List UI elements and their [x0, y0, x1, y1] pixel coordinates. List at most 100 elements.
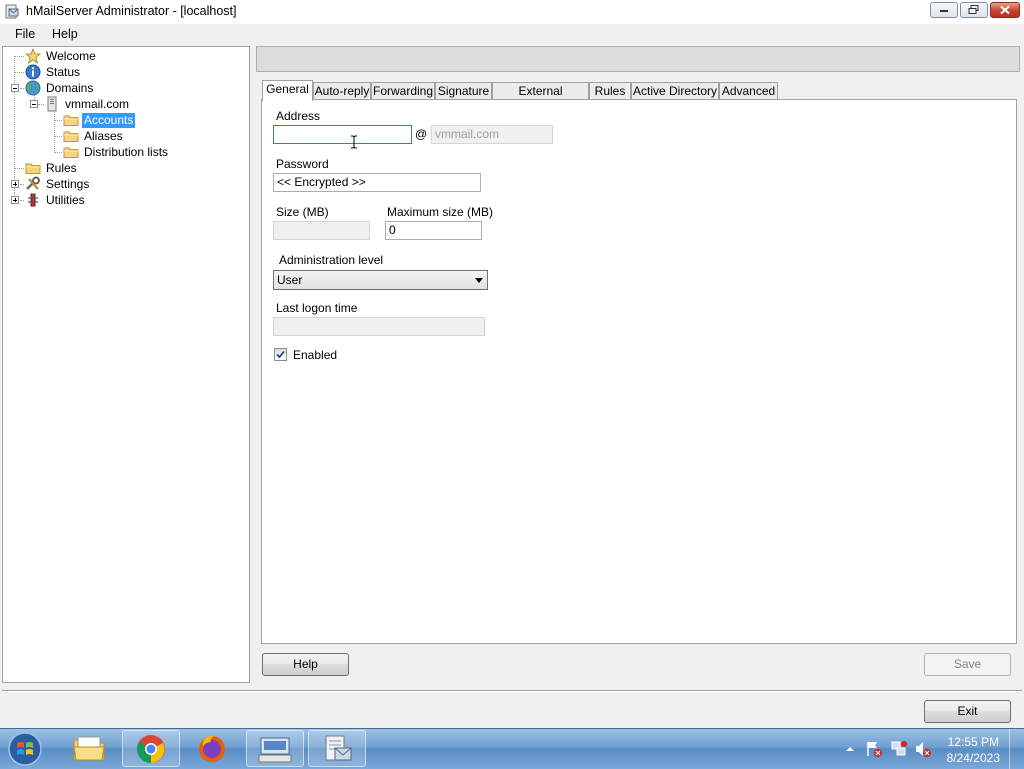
- folder-icon: [63, 131, 79, 142]
- domains-collapse-toggle[interactable]: [11, 84, 19, 92]
- tree-item-distribution-lists[interactable]: Distribution lists: [63, 144, 170, 160]
- tab-rules[interactable]: Rules: [589, 82, 631, 99]
- taskbar-keyboard-app[interactable]: [246, 730, 304, 767]
- tree-item-label: Utilities: [46, 192, 85, 207]
- menu-bar: File Help: [0, 24, 1024, 44]
- admin-level-value: User: [277, 273, 303, 287]
- utilities-icon: [28, 193, 38, 207]
- network-icon[interactable]: [890, 740, 908, 758]
- utilities-expand-toggle[interactable]: [11, 196, 19, 204]
- tab-auto-reply[interactable]: Auto-reply: [313, 82, 371, 99]
- taskbar: 12:55 PM 8/24/2023: [0, 728, 1024, 769]
- minimize-icon: [940, 10, 948, 12]
- folder-icon: [63, 115, 79, 126]
- max-size-label: Maximum size (MB): [387, 205, 494, 219]
- tab-advanced[interactable]: Advanced: [719, 82, 778, 99]
- panel-header-bar: [256, 46, 1020, 72]
- exit-button[interactable]: Exit: [924, 700, 1011, 723]
- last-logon-label: Last logon time: [276, 301, 358, 315]
- star-icon: [25, 48, 41, 64]
- tools-icon: [26, 176, 40, 190]
- action-center-warning-icon[interactable]: [865, 740, 883, 758]
- address-label: Address: [276, 109, 321, 123]
- tab-external-accounts[interactable]: External accounts: [492, 82, 589, 114]
- keyboard-app-icon: [258, 737, 292, 763]
- tree-item-label: Domains: [46, 80, 94, 95]
- tree-item-welcome[interactable]: Welcome: [25, 48, 98, 64]
- window-title: hMailServer Administrator - [localhost]: [26, 4, 237, 18]
- tree-item-accounts[interactable]: Accounts: [63, 112, 136, 128]
- file-explorer-icon: [73, 736, 105, 761]
- address-input[interactable]: [273, 125, 412, 144]
- info-icon: [25, 64, 41, 80]
- chrome-icon: [137, 735, 165, 763]
- dropdown-arrow-icon: [475, 278, 483, 283]
- enabled-checkbox[interactable]: [274, 348, 287, 361]
- title-bar: hMailServer Administrator - [localhost]: [0, 0, 1024, 25]
- size-field: [273, 221, 370, 240]
- tree-item-label: Distribution lists: [84, 144, 169, 159]
- restore-icon: [968, 5, 979, 14]
- at-symbol: @: [415, 127, 428, 141]
- taskbar-firefox[interactable]: [184, 730, 242, 767]
- tree-item-label: Status: [46, 64, 81, 79]
- hmailserver-app-icon: [5, 4, 19, 19]
- firefox-icon: [199, 735, 225, 762]
- tree-item-settings[interactable]: Settings: [25, 176, 91, 192]
- settings-expand-toggle[interactable]: [11, 180, 19, 188]
- tab-general[interactable]: General: [262, 80, 313, 101]
- clock-date: 8/24/2023: [946, 751, 1000, 765]
- close-button[interactable]: [990, 2, 1020, 18]
- menu-help[interactable]: Help: [50, 27, 80, 41]
- tree-item-label: vmmail.com: [65, 96, 130, 111]
- folder-icon: [25, 163, 41, 174]
- password-input[interactable]: << Encrypted >>: [273, 173, 481, 192]
- max-size-input[interactable]: 0: [385, 221, 482, 240]
- vmmail-collapse-toggle[interactable]: [30, 100, 38, 108]
- bottom-divider: [2, 690, 1022, 692]
- tree-item-aliases[interactable]: Aliases: [63, 128, 125, 144]
- tree-item-utilities[interactable]: Utilities: [25, 192, 87, 208]
- server-icon: [47, 96, 57, 112]
- minimize-button[interactable]: [930, 2, 958, 18]
- show-desktop-button[interactable]: [1009, 729, 1024, 769]
- enabled-label: Enabled: [293, 348, 338, 362]
- restore-button[interactable]: [960, 2, 988, 18]
- tree-item-domains[interactable]: Domains: [25, 80, 95, 96]
- tree-item-label: Accounts: [82, 112, 136, 128]
- tree-item-label: Settings: [46, 176, 90, 191]
- tree-item-rules[interactable]: Rules: [25, 160, 79, 176]
- folder-icon: [63, 147, 79, 158]
- text-cursor-icon: [351, 135, 357, 149]
- tab-active-directory[interactable]: Active Directory: [631, 82, 719, 99]
- admin-level-select[interactable]: User: [273, 270, 488, 290]
- tab-signature[interactable]: Signature: [435, 82, 492, 99]
- close-icon: [1000, 5, 1010, 15]
- size-label: Size (MB): [276, 205, 329, 219]
- tree-item-label: Welcome: [46, 48, 96, 63]
- checkmark-icon: [276, 350, 285, 359]
- tree-item-status[interactable]: Status: [25, 64, 82, 80]
- hmailserver-app-icon: [325, 735, 352, 761]
- taskbar-file-explorer[interactable]: [60, 730, 118, 767]
- last-logon-field: [273, 317, 485, 336]
- start-orb-icon[interactable]: [5, 731, 45, 767]
- admin-level-label: Administration level: [279, 253, 384, 267]
- help-button[interactable]: Help: [262, 653, 349, 676]
- tab-forwarding[interactable]: Forwarding: [371, 82, 435, 99]
- clock-time: 12:55 PM: [947, 735, 999, 749]
- tray-show-hidden-icon[interactable]: [845, 745, 855, 753]
- menu-file[interactable]: File: [13, 27, 37, 41]
- tray-clock[interactable]: 12:55 PM 8/24/2023: [947, 734, 1000, 766]
- volume-muted-icon[interactable]: [914, 740, 932, 758]
- tree-item-label: Aliases: [84, 128, 123, 143]
- tree-item-vmmail-domain[interactable]: vmmail.com: [44, 96, 131, 112]
- globe-icon: [25, 80, 41, 96]
- save-button[interactable]: Save: [924, 653, 1011, 676]
- navigation-tree[interactable]: Welcome Status Domains vmmail.com Accoun…: [2, 46, 250, 683]
- taskbar-chrome[interactable]: [122, 730, 180, 767]
- taskbar-hmailserver[interactable]: [308, 730, 366, 767]
- password-label: Password: [276, 157, 329, 171]
- domain-field: vmmail.com: [431, 125, 553, 144]
- tree-item-label: Rules: [46, 160, 77, 175]
